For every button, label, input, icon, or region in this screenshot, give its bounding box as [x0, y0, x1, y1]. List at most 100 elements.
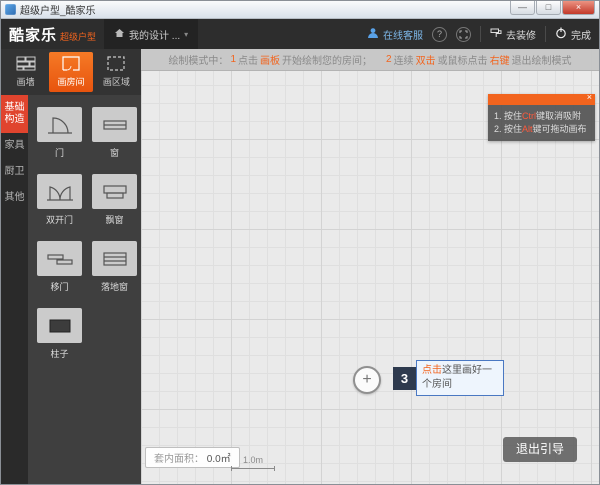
panel-row: 基础构造 家具 厨卫 其他 门 — [1, 95, 141, 485]
header-actions: 在线客服 ? 去装修 完成 — [367, 26, 591, 42]
pillar-icon — [37, 308, 82, 343]
sliding-door-icon — [37, 241, 82, 276]
palette-item-pillar[interactable]: 柱子 — [37, 308, 82, 360]
scale-line — [231, 466, 275, 471]
inner-area-label: 套内面积： — [154, 454, 204, 465]
close-icon[interactable]: × — [587, 92, 592, 102]
scale-label: 1.0m — [231, 455, 275, 465]
mode-text: 退出绘制模式 — [512, 52, 572, 67]
shortcut-tip-box: × 1. 按住Ctrl键取消吸附 2. 按住Alt键可拖动画布 — [488, 94, 595, 141]
my-design-menu[interactable]: 我的设计 ... ▾ — [104, 19, 198, 49]
close-button[interactable]: × — [562, 1, 595, 15]
home-icon — [114, 28, 125, 41]
decorate-label: 去装修 — [506, 27, 536, 42]
step1-number: 1 — [230, 54, 236, 65]
tab-kitchen-bath[interactable]: 厨卫 — [1, 159, 28, 185]
wall-icon — [16, 56, 36, 73]
paint-roller-icon — [490, 27, 502, 42]
mode-text: 开始绘制您的房间； — [282, 52, 372, 67]
mode-text: 点击 — [238, 52, 258, 67]
palette-item-label: 双开门 — [46, 213, 73, 226]
logo: 酷家乐 超级户型 — [9, 24, 96, 45]
draw-toolbar: 画墙 画房间 画区域 — [1, 49, 141, 95]
palette-item-label: 飘窗 — [105, 213, 123, 226]
plus-icon: + — [362, 371, 371, 389]
draw-area-tool[interactable]: 画区域 — [95, 52, 138, 92]
window-icon — [92, 107, 137, 142]
power-icon — [555, 27, 567, 42]
palette-item-label: 门 — [55, 146, 64, 159]
finish-label: 完成 — [571, 27, 591, 42]
draw-wall-tool[interactable]: 画墙 — [4, 52, 47, 92]
app-window: 超级户型_酷家乐 — □ × 酷家乐 超级户型 我的设计 ... ▾ 在线客服 — [0, 0, 600, 485]
app-header: 酷家乐 超级户型 我的设计 ... ▾ 在线客服 ? — [1, 19, 599, 49]
drawing-canvas[interactable]: 绘制模式中： 1 点击画板开始绘制您的房间； 2 连续双击或鼠标点击右键退出绘制… — [141, 49, 599, 485]
logo-subtitle: 超级户型 — [60, 30, 96, 43]
tab-other[interactable]: 其他 — [1, 185, 28, 211]
fullscreen-icon[interactable] — [456, 27, 471, 42]
mode-label: 绘制模式中： — [168, 52, 228, 67]
inner-area-value: 0.0㎡ — [207, 454, 231, 465]
palette-item-label: 窗 — [110, 146, 119, 159]
logo-text: 酷家乐 — [9, 24, 57, 45]
chevron-down-icon: ▾ — [184, 30, 188, 39]
my-design-label: 我的设计 ... — [129, 27, 180, 42]
help-icon[interactable]: ? — [432, 27, 447, 42]
window-title: 超级户型_酷家乐 — [20, 2, 509, 17]
tip-line-2: 2. 按住Alt键可拖动画布 — [494, 123, 589, 136]
floor-window-icon — [92, 241, 137, 276]
palette-item-label: 落地窗 — [101, 280, 128, 293]
area-icon — [107, 56, 125, 73]
guide-tooltip: 点击这里画好一个房间 — [416, 360, 504, 396]
draw-start-point[interactable]: + — [353, 366, 381, 394]
left-panel: 画墙 画房间 画区域 基础构造 家具 — [1, 49, 141, 485]
maximize-button[interactable]: □ — [536, 1, 561, 15]
palette-item-double-door[interactable]: 双开门 — [37, 174, 82, 226]
draw-room-label: 画房间 — [57, 75, 84, 88]
draw-mode-banner: 绘制模式中： 1 点击画板开始绘制您的房间； 2 连续双击或鼠标点击右键退出绘制… — [141, 49, 599, 71]
category-tabs: 基础构造 家具 厨卫 其他 — [1, 95, 28, 485]
door-icon — [37, 107, 82, 142]
palette-item-label: 柱子 — [50, 347, 68, 360]
tab-basic-structure[interactable]: 基础构造 — [1, 95, 28, 133]
tip-box-body: 1. 按住Ctrl键取消吸附 2. 按住Alt键可拖动画布 — [488, 105, 595, 141]
palette-item-bay-window[interactable]: 飘窗 — [92, 174, 137, 226]
palette-item-door[interactable]: 门 — [37, 107, 82, 159]
mode-highlight: 画板 — [260, 52, 280, 67]
scale-ruler: 1.0m — [231, 455, 275, 471]
mode-highlight: 右键 — [490, 52, 510, 67]
app-icon — [5, 4, 16, 15]
tip-line-1: 1. 按住Ctrl键取消吸附 — [494, 110, 589, 123]
draw-wall-label: 画墙 — [17, 75, 35, 88]
double-door-icon — [37, 174, 82, 209]
divider — [545, 26, 546, 42]
tip-box-header: × — [488, 94, 595, 105]
mode-text: 连续 — [394, 52, 414, 67]
app-body: 画墙 画房间 画区域 基础构造 家具 — [1, 49, 599, 485]
online-service-button[interactable]: 在线客服 — [367, 27, 423, 42]
room-icon — [62, 56, 80, 73]
draw-room-tool[interactable]: 画房间 — [49, 52, 92, 92]
finish-button[interactable]: 完成 — [555, 27, 591, 42]
mode-text: 或鼠标点击 — [438, 52, 488, 67]
divider — [480, 26, 481, 42]
inner-area-info: 套内面积： 0.0㎡ — [145, 447, 240, 468]
bay-window-icon — [92, 174, 137, 209]
palette-item-window[interactable]: 窗 — [92, 107, 137, 159]
guide-step-badge: 3 — [393, 367, 416, 390]
palette-item-floor-window[interactable]: 落地窗 — [92, 241, 137, 293]
online-service-label: 在线客服 — [383, 27, 423, 42]
palette-item-sliding-door[interactable]: 移门 — [37, 241, 82, 293]
mode-highlight: 双击 — [416, 52, 436, 67]
tab-furniture[interactable]: 家具 — [1, 133, 28, 159]
person-icon — [367, 27, 379, 42]
palette-item-label: 移门 — [50, 280, 68, 293]
minimize-button[interactable]: — — [510, 1, 535, 15]
decorate-button[interactable]: 去装修 — [490, 27, 536, 42]
exit-guide-button[interactable]: 退出引导 — [503, 437, 577, 462]
guide-tooltip-highlight: 点击 — [422, 365, 442, 376]
os-titlebar: 超级户型_酷家乐 — □ × — [1, 1, 599, 19]
component-palette: 门 窗 双开门 — [28, 95, 146, 485]
step2-number: 2 — [386, 54, 392, 65]
window-controls: — □ × — [509, 1, 599, 15]
